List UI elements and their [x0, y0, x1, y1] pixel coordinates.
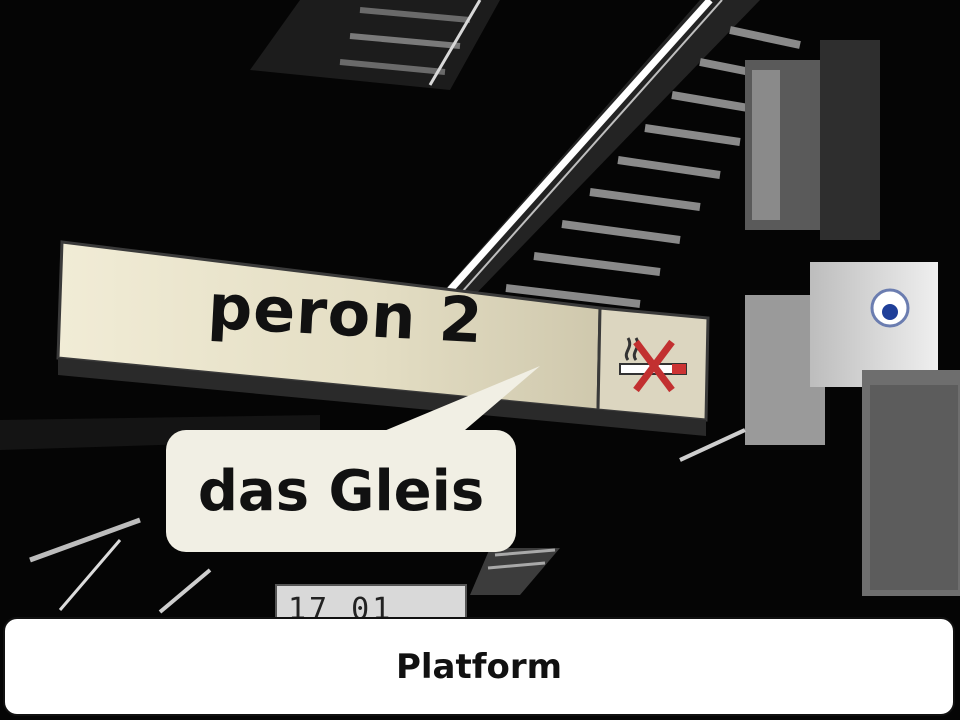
caption-text: Platform [395, 646, 563, 687]
speech-bubble: das Gleis [166, 430, 516, 552]
speech-bubble-text: das Gleis [197, 458, 485, 524]
sign-text: peron 2 [206, 270, 486, 358]
caption-box: Platform [3, 617, 955, 716]
slide: peron 2 17 01 das Gleis Platform [0, 0, 960, 720]
